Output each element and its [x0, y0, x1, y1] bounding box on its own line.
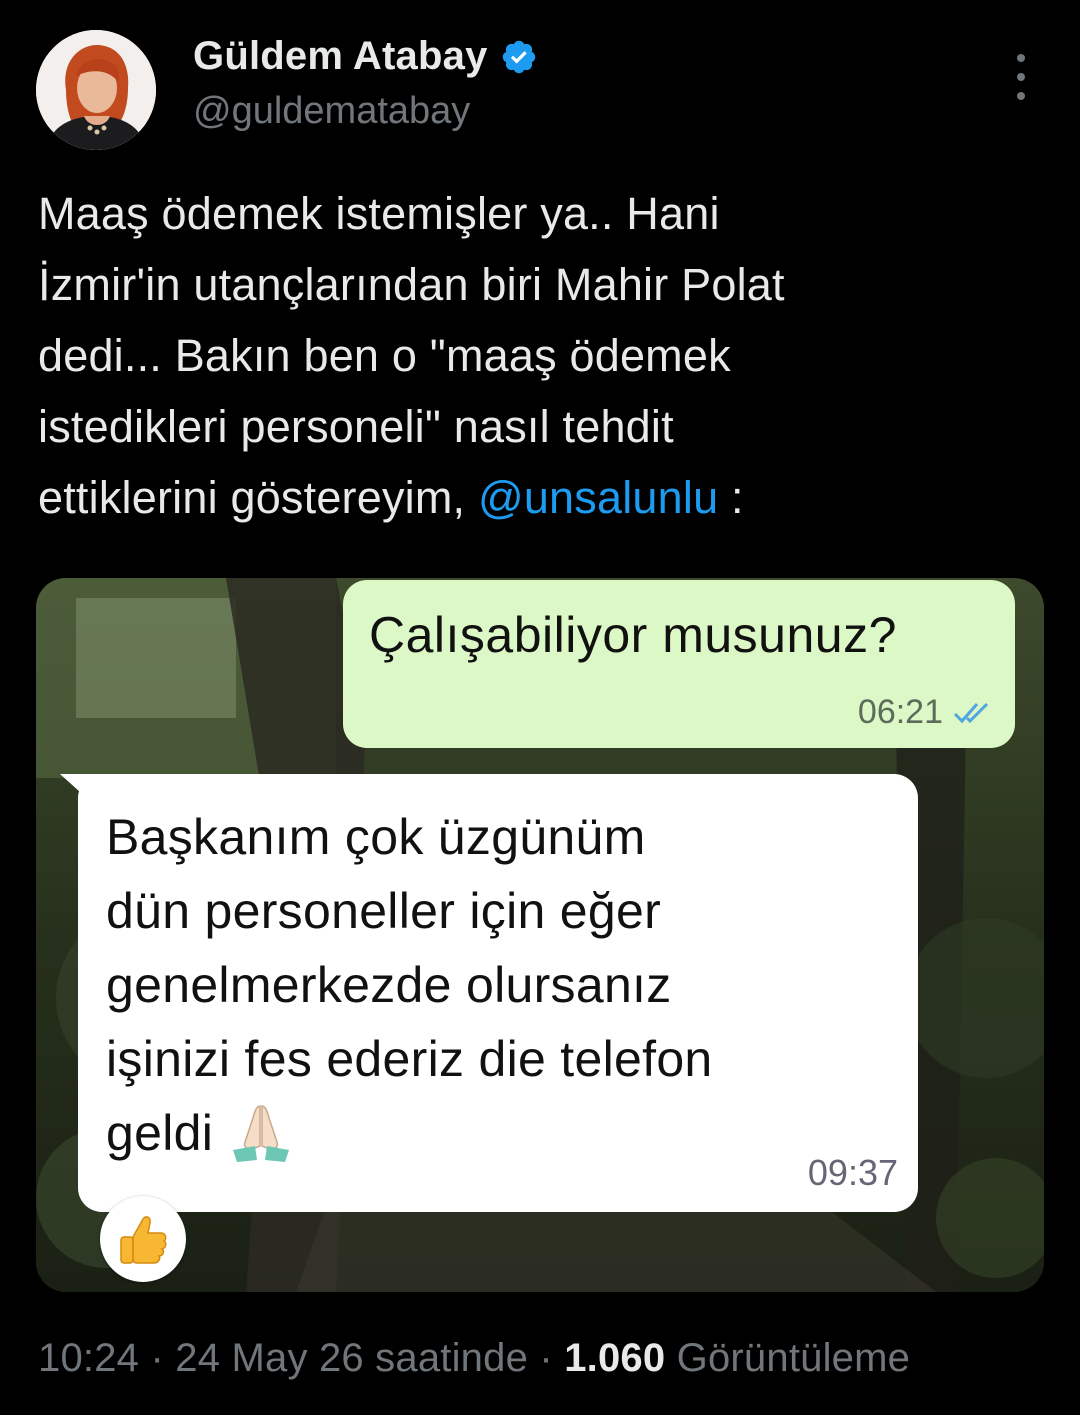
separator: ·	[150, 1336, 164, 1380]
tweet-time[interactable]: 10:24	[38, 1336, 139, 1380]
incoming-message-text: Başkanım çok üzgünüm dün personeller içi…	[106, 809, 713, 1161]
author-display-name[interactable]: Güldem Atabay	[193, 34, 488, 79]
separator: ·	[539, 1336, 553, 1380]
tweet-footer: 10:24 · 24 May 26 saatinde · 1.060 Görün…	[38, 1336, 910, 1381]
reaction-badge[interactable]	[100, 1196, 186, 1282]
incoming-message-bubble: Başkanım çok üzgünüm dün personeller içi…	[60, 774, 918, 1212]
incoming-message-time: 09:37	[807, 1152, 898, 1193]
folded-hands-emoji-icon	[233, 1105, 290, 1162]
more-options-icon[interactable]	[1004, 54, 1038, 100]
tweet-date[interactable]: 24 May 26 saatinde	[175, 1336, 528, 1380]
views-label[interactable]: Görüntüleme	[677, 1336, 910, 1380]
author-handle[interactable]: @guldematabay	[193, 90, 470, 133]
outgoing-message-bubble: Çalışabiliyor musunuz? 06:21	[343, 580, 1015, 748]
incoming-message-content: Başkanım çok üzgünüm dün personeller içi…	[106, 800, 906, 1170]
views-count: 1.060	[564, 1336, 666, 1380]
tweet-text-tail: :	[718, 472, 744, 523]
outgoing-message-text: Çalışabiliyor musunuz?	[369, 607, 897, 663]
author-name-row[interactable]: Güldem Atabay	[193, 34, 538, 79]
tweet-header: Güldem Atabay @guldematabay	[0, 0, 1080, 160]
double-check-icon	[953, 702, 989, 723]
avatar[interactable]	[36, 30, 156, 150]
mention-link[interactable]: @unsalunlu	[478, 472, 718, 523]
verified-badge-icon	[502, 40, 535, 73]
bubble-tail	[60, 774, 100, 810]
thumbs-up-emoji-icon	[120, 1216, 167, 1264]
tweet-text: Maaş ödemek istemişler ya.. Hani İzmir'i…	[38, 178, 1048, 533]
tweet-media-image[interactable]: Çalışabiliyor musunuz? 06:21 Başkanım ço…	[36, 578, 1044, 1292]
outgoing-message-meta: 06:21	[858, 693, 993, 732]
outgoing-message-time: 06:21	[857, 693, 943, 731]
